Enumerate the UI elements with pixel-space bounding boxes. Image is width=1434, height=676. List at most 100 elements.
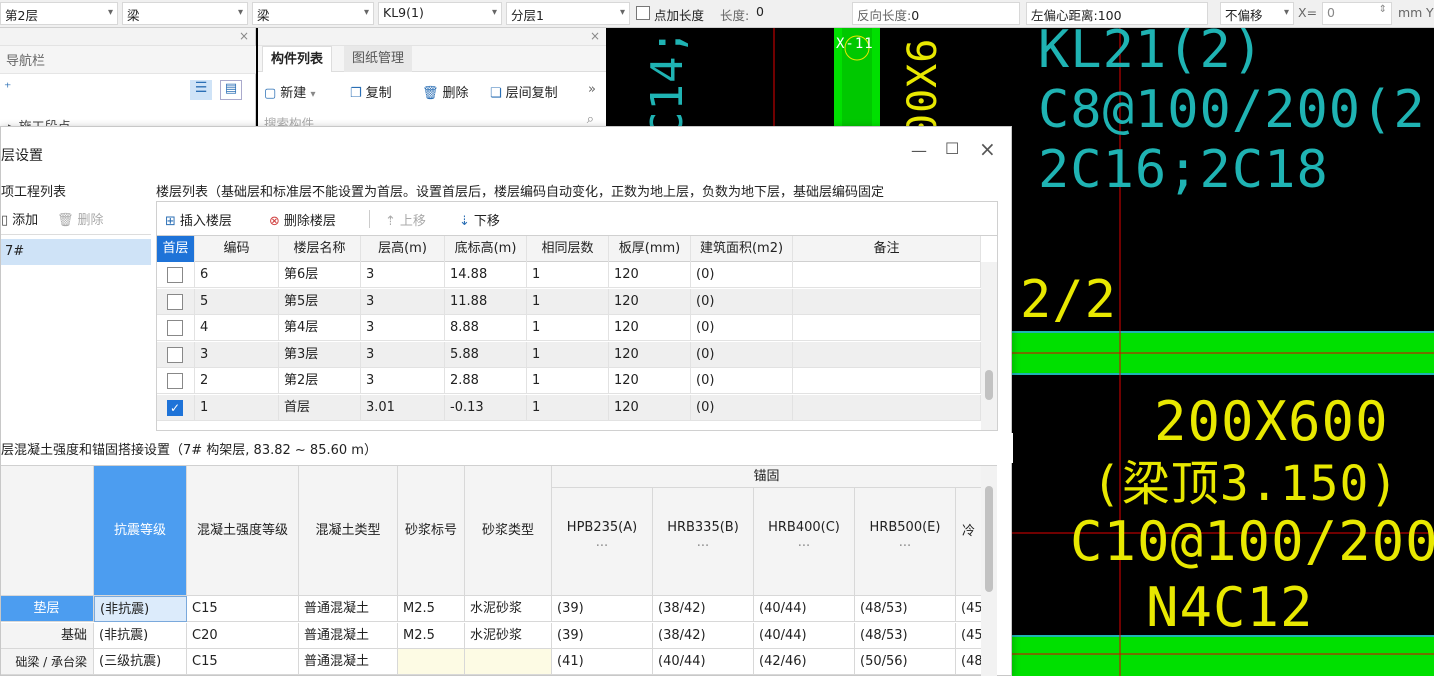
concrete-cell-seismic[interactable]: (非抗震): [94, 622, 187, 649]
floor-table-scrollbar[interactable]: [981, 262, 997, 430]
concrete-cell-f[interactable]: (45: [956, 596, 982, 622]
concrete-cell-grade[interactable]: C15: [187, 596, 299, 622]
first-floor-checkbox[interactable]: [167, 293, 183, 310]
floor-cell-slab[interactable]: 120: [609, 288, 691, 315]
anchor-header-ellipsis[interactable]: ...: [653, 535, 753, 550]
close-icon[interactable]: ×: [590, 29, 600, 43]
floor-cell-area[interactable]: (0): [691, 315, 793, 341]
concrete-cell-mortar[interactable]: M2.5: [398, 596, 465, 622]
first-floor-checkbox-cell[interactable]: [157, 315, 195, 341]
floor-cell-height[interactable]: 3: [361, 341, 445, 368]
new-button[interactable]: ▢ 新建 ▾: [264, 82, 315, 101]
floor-cell-same[interactable]: 1: [527, 341, 609, 368]
detail-view-icon[interactable]: ▤: [220, 80, 242, 100]
floor-cell-slab[interactable]: 120: [609, 394, 691, 421]
list-view-icon[interactable]: ☰: [190, 80, 212, 100]
floor-row[interactable]: 2 第2层 3 2.88 1 120 (0): [157, 368, 981, 394]
remove-project-button[interactable]: 🗑 删除: [57, 209, 104, 228]
floor-cell-note[interactable]: [793, 341, 981, 368]
col-header-name[interactable]: 楼层名称: [279, 236, 361, 262]
left-offset-input[interactable]: 左偏心距离:100: [1026, 2, 1208, 25]
close-icon[interactable]: ×: [239, 29, 249, 43]
floor-cell-same[interactable]: 1: [527, 262, 609, 288]
col-header-area[interactable]: 建筑面积(m2): [691, 236, 793, 262]
floor-cell-area[interactable]: (0): [691, 341, 793, 368]
close-icon[interactable]: ×: [979, 137, 996, 161]
component-select[interactable]: KL9(1) ▾: [378, 2, 502, 25]
floor-cell-base[interactable]: 5.88: [445, 341, 527, 368]
floor-copy-button[interactable]: ❏ 层间复制: [490, 82, 558, 101]
delete-button[interactable]: 🗑 删除: [422, 82, 469, 101]
floor-cell-note[interactable]: [793, 288, 981, 315]
floor-cell-same[interactable]: 1: [527, 288, 609, 315]
col-header-base[interactable]: 底标高(m): [445, 236, 527, 262]
col-header-anchor[interactable]: 冷: [956, 488, 982, 596]
concrete-cell-mortar[interactable]: [398, 649, 465, 675]
concrete-cell-ctype[interactable]: 普通混凝土: [299, 622, 398, 649]
first-floor-checkbox[interactable]: ✓: [167, 399, 183, 416]
first-floor-checkbox-cell[interactable]: ✓: [157, 394, 195, 421]
tab-component-list[interactable]: 构件列表: [262, 46, 333, 72]
floor-cell-base[interactable]: 2.88: [445, 368, 527, 394]
col-header-code[interactable]: 编码: [195, 236, 279, 262]
add-project-button[interactable]: ▯ 添加: [1, 209, 38, 228]
first-floor-checkbox[interactable]: [167, 267, 183, 283]
copy-button[interactable]: ❐ 复制: [350, 82, 392, 101]
concrete-cell-ctype[interactable]: 普通混凝土: [299, 649, 398, 675]
floor-row[interactable]: 4 第4层 3 8.88 1 120 (0): [157, 315, 981, 341]
first-floor-checkbox-cell[interactable]: [157, 368, 195, 394]
col-header-anchor[interactable]: HRB335(B)...: [653, 488, 754, 596]
point-length-checkbox[interactable]: [636, 6, 650, 20]
reverse-length-input[interactable]: 反向长度:0: [852, 2, 1020, 25]
floor-cell-base[interactable]: -0.13: [445, 394, 527, 421]
floor-cell-name[interactable]: 第5层: [279, 288, 361, 315]
move-down-button[interactable]: ⇣ 下移: [459, 210, 500, 229]
add-icon[interactable]: ⁺: [4, 80, 11, 96]
floor-cell-base[interactable]: 11.88: [445, 288, 527, 315]
first-floor-checkbox[interactable]: [167, 346, 183, 363]
floor-cell-note[interactable]: [793, 368, 981, 394]
concrete-cell-grade[interactable]: C15: [187, 649, 299, 675]
concrete-cell-mortar[interactable]: M2.5: [398, 622, 465, 649]
length-input[interactable]: 0: [752, 2, 850, 25]
floor-cell-slab[interactable]: 120: [609, 315, 691, 341]
floor-cell-height[interactable]: 3: [361, 368, 445, 394]
floor-row[interactable]: 6 第6层 3 14.88 1 120 (0): [157, 262, 981, 288]
minimize-icon[interactable]: —: [911, 141, 927, 160]
concrete-cell-c[interactable]: (42/46): [754, 649, 855, 675]
floor-cell-same[interactable]: 1: [527, 315, 609, 341]
insert-floor-button[interactable]: ⊞ 插入楼层: [165, 210, 232, 229]
concrete-cell-c[interactable]: (40/44): [754, 622, 855, 649]
floor-cell-same[interactable]: 1: [527, 394, 609, 421]
move-up-button[interactable]: ⇡ 上移: [385, 210, 426, 229]
floor-cell-note[interactable]: [793, 394, 981, 421]
concrete-cell-f[interactable]: (45: [956, 622, 982, 649]
floor-cell-code[interactable]: 3: [195, 341, 279, 368]
subtype-select[interactable]: 梁 ▾: [252, 2, 374, 25]
floor-cell-name[interactable]: 首层: [279, 394, 361, 421]
floor-cell-name[interactable]: 第6层: [279, 262, 361, 288]
col-header-mtype[interactable]: 砂浆类型: [465, 466, 552, 596]
floor-cell-slab[interactable]: 120: [609, 262, 691, 288]
project-item[interactable]: 7#: [1, 239, 151, 265]
floor-cell-slab[interactable]: 120: [609, 368, 691, 394]
concrete-cell-grade[interactable]: C20: [187, 622, 299, 649]
floor-cell-name[interactable]: 第3层: [279, 341, 361, 368]
col-header-first[interactable]: 首层: [157, 236, 195, 262]
floor-cell-name[interactable]: 第4层: [279, 315, 361, 341]
concrete-cell-a[interactable]: (41): [552, 649, 653, 675]
concrete-cell-mtype[interactable]: [465, 649, 552, 675]
floor-cell-area[interactable]: (0): [691, 368, 793, 394]
concrete-cell-b[interactable]: (40/44): [653, 649, 754, 675]
floor-cell-name[interactable]: 第2层: [279, 368, 361, 394]
concrete-cell-b[interactable]: (38/42): [653, 596, 754, 622]
first-floor-checkbox-cell[interactable]: [157, 341, 195, 368]
layer-select[interactable]: 分层1 ▾: [506, 2, 630, 25]
floor-cell-code[interactable]: 4: [195, 315, 279, 341]
col-header-mortar[interactable]: 砂浆标号: [398, 466, 465, 596]
floor-cell-area[interactable]: (0): [691, 288, 793, 315]
concrete-cell-c[interactable]: (40/44): [754, 596, 855, 622]
concrete-cell-seismic[interactable]: (非抗震): [94, 596, 187, 622]
more-icon[interactable]: »: [588, 82, 596, 97]
floor-cell-height[interactable]: 3: [361, 288, 445, 315]
